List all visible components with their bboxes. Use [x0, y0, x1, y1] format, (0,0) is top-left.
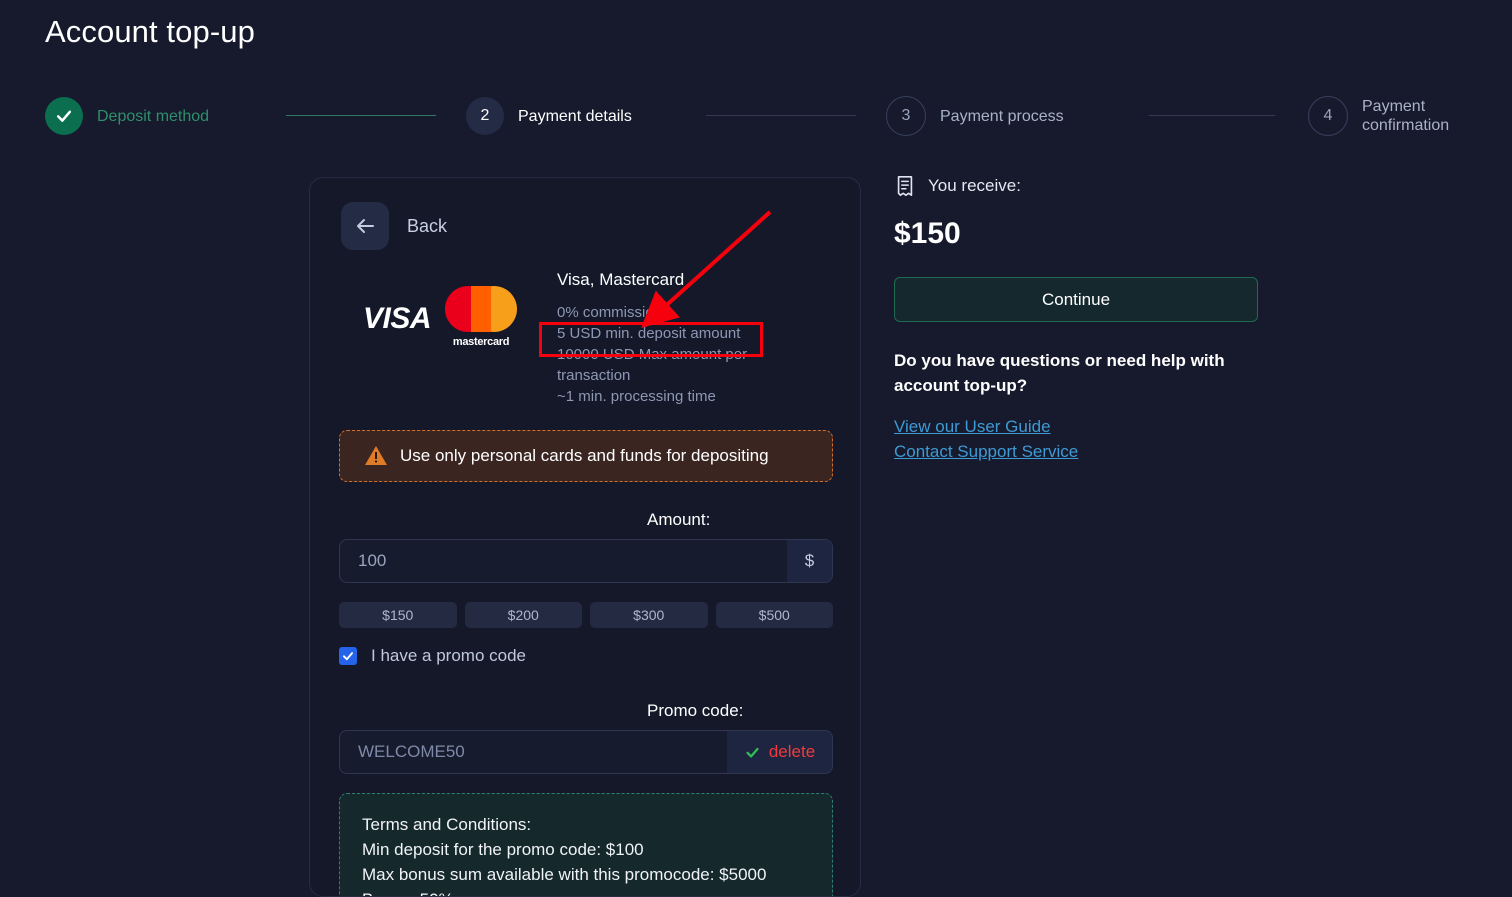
method-info: Visa, Mastercard 0% commission 5 USD min…: [557, 268, 757, 407]
step-4-label: Payment confirmation: [1362, 98, 1450, 134]
mastercard-logo: mastercard: [445, 286, 518, 348]
you-receive-row: You receive:: [894, 175, 1274, 197]
method-detail-max-amount: 10000 USD Max amount per transaction: [557, 346, 748, 384]
step-2-label: Payment details: [518, 107, 632, 125]
continue-button[interactable]: Continue: [894, 277, 1258, 322]
method-detail-commission: 0% commission: [557, 304, 663, 321]
payment-details-card: Back VISA mastercard Visa, Mastercard 0%…: [309, 177, 861, 897]
step-1-label: Deposit method: [97, 107, 210, 125]
warning-text: Use only personal cards and funds for de…: [400, 446, 769, 465]
help-links: View our User Guide Contact Support Serv…: [894, 414, 1274, 464]
help-question-text: Do you have questions or need help with …: [894, 351, 1225, 395]
check-icon: [56, 110, 72, 122]
method-detail-min-deposit: 5 USD min. deposit amount: [557, 325, 741, 342]
check-icon: [342, 652, 354, 661]
step-1-badge: [45, 97, 83, 135]
terms-heading: Terms and Conditions:: [362, 815, 532, 834]
back-row[interactable]: Back: [341, 202, 447, 250]
quick-amount-300[interactable]: $300: [590, 602, 708, 628]
personal-cards-warning: Use only personal cards and funds for de…: [339, 430, 833, 482]
terms-bonus-percent: Bonus: 50%: [362, 887, 810, 896]
visa-logo: VISA: [363, 302, 432, 335]
step-connector-2: [706, 115, 856, 116]
you-receive-label: You receive:: [928, 176, 1021, 195]
quick-amount-200[interactable]: $200: [464, 602, 582, 628]
step-4-badge: 4: [1308, 96, 1348, 136]
delete-promo-label: delete: [768, 742, 816, 761]
receipt-icon: [897, 176, 913, 196]
terms-max-bonus: Max bonus sum available with this promoc…: [362, 865, 767, 884]
promo-code-label: Promo code:: [647, 701, 744, 720]
page-title: Account top-up: [45, 14, 255, 49]
user-guide-link[interactable]: View our User Guide: [894, 414, 1274, 439]
back-label: Back: [407, 215, 448, 236]
summary-panel: You receive: $150 Continue Do you have q…: [894, 175, 1274, 464]
back-button[interactable]: [341, 202, 389, 250]
arrow-left-icon: [357, 219, 374, 233]
amount-input[interactable]: [340, 540, 787, 582]
step-3-label: Payment process: [940, 107, 1064, 125]
step-3-badge: 3: [886, 96, 926, 136]
terms-min-deposit: Min deposit for the promo code: $100: [362, 840, 644, 859]
quick-amount-500[interactable]: $500: [715, 602, 833, 628]
progress-stepper: Deposit method 2 Payment details 3 Payme…: [45, 92, 1495, 142]
delete-promo-button[interactable]: delete: [727, 731, 832, 773]
step-payment-process[interactable]: 3 Payment process: [886, 92, 1064, 140]
amount-field-group[interactable]: $: [339, 539, 833, 583]
warning-triangle-icon: [365, 446, 387, 465]
promo-code-input[interactable]: [340, 731, 727, 773]
check-icon: [746, 747, 759, 758]
card-brand-logos: VISA mastercard: [341, 268, 557, 407]
promo-code-checkbox[interactable]: [339, 647, 357, 665]
step-payment-confirmation[interactable]: 4 Payment confirmation: [1308, 92, 1449, 140]
currency-suffix: $: [787, 540, 832, 582]
amount-label: Amount:: [647, 510, 711, 529]
step-2-badge: 2: [466, 97, 504, 135]
step-connector-1: [286, 115, 436, 116]
method-detail-processing-time: ~1 min. processing time: [557, 388, 716, 405]
quick-amount-buttons: $150 $200 $300 $500: [339, 602, 833, 628]
step-payment-details[interactable]: 2 Payment details: [466, 92, 632, 140]
promo-code-field-group[interactable]: delete: [339, 730, 833, 774]
mastercard-wordmark: mastercard: [452, 336, 510, 348]
step-deposit-method[interactable]: Deposit method: [45, 92, 209, 140]
quick-amount-150[interactable]: $150: [339, 602, 457, 628]
promo-code-checkbox-row[interactable]: I have a promo code: [339, 646, 526, 666]
you-receive-amount: $150: [894, 217, 961, 250]
promo-code-checkbox-label: I have a promo code: [371, 646, 526, 665]
step-connector-3: [1149, 115, 1275, 116]
terms-and-conditions-box: Terms and Conditions: Min deposit for th…: [339, 793, 833, 896]
mastercard-circles-icon: [445, 286, 518, 332]
support-service-link[interactable]: Contact Support Service: [894, 439, 1274, 464]
payment-method-block: VISA mastercard Visa, Mastercard 0% comm…: [341, 268, 841, 407]
method-title: Visa, Mastercard: [557, 270, 685, 289]
